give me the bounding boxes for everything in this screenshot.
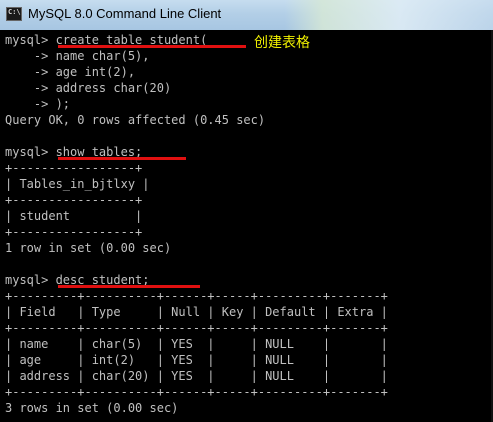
console-line: +---------+----------+------+-----+-----…: [5, 321, 388, 335]
console-app-icon[interactable]: C:\: [6, 7, 22, 21]
console-output[interactable]: mysql> create table student( -> name cha…: [0, 30, 493, 422]
console-line: +-----------------+: [5, 193, 143, 207]
console-line: +-----------------+: [5, 225, 143, 239]
console-app-icon-glyph: C:\: [8, 8, 21, 16]
console-line: | student |: [5, 209, 143, 223]
console-line: +---------+----------+------+-----+-----…: [5, 385, 388, 399]
title-bar[interactable]: C:\ MySQL 8.0 Command Line Client: [0, 0, 493, 31]
underline-show-tables: [58, 157, 186, 160]
console-line: | Field | Type | Null | Key | Default | …: [5, 305, 388, 319]
console-line: 1 row in set (0.00 sec): [5, 241, 172, 255]
console-line: +---------+----------+------+-----+-----…: [5, 289, 388, 303]
console-line: -> );: [5, 97, 71, 111]
console-line: | address | char(20) | YES | | NULL | |: [5, 369, 388, 383]
console-line: 3 rows in set (0.00 sec): [5, 401, 179, 415]
console-line: | age | int(2) | YES | | NULL | |: [5, 353, 388, 367]
title-bar-background: [285, 0, 493, 30]
console-window: C:\ MySQL 8.0 Command Line Client mysql>…: [0, 0, 493, 422]
annotation-create-table: 创建表格: [254, 35, 310, 51]
underline-desc-student: [58, 285, 200, 288]
console-line: | Tables_in_bjtlxy |: [5, 177, 150, 191]
console-line: | name | char(5) | YES | | NULL | |: [5, 337, 388, 351]
console-line: -> name char(5),: [5, 49, 150, 63]
console-line: Query OK, 0 rows affected (0.45 sec): [5, 113, 266, 127]
console-line: -> address char(20): [5, 81, 172, 95]
console-line: +-----------------+: [5, 161, 143, 175]
underline-create-table: [58, 45, 246, 48]
window-title: MySQL 8.0 Command Line Client: [28, 6, 222, 21]
console-line: -> age int(2),: [5, 65, 136, 79]
